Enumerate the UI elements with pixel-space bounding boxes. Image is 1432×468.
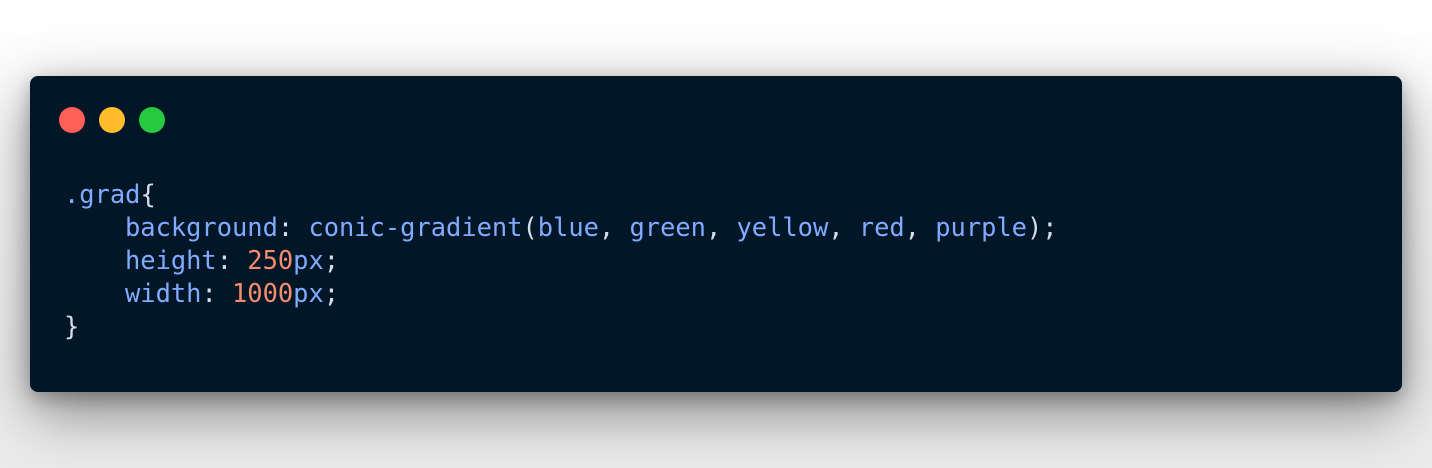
width-unit: px [293, 278, 324, 308]
code-line-background: background: conic-gradient(blue, green, … [125, 212, 1058, 242]
property-background: background [125, 212, 278, 242]
close-dot-icon[interactable] [59, 107, 85, 133]
code-block: .grad{background: conic-gradient(blue, g… [64, 178, 1058, 343]
width-number: 1000 [232, 278, 294, 308]
open-brace: { [140, 179, 156, 209]
code-line-close: } [64, 310, 1058, 343]
arg-red: red [858, 212, 905, 242]
minimize-dot-icon[interactable] [99, 107, 125, 133]
arg-purple: purple [935, 212, 1027, 242]
height-number: 250 [247, 245, 294, 275]
height-unit: px [293, 245, 324, 275]
property-width: width [125, 278, 202, 308]
arg-green: green [629, 212, 706, 242]
property-height: height [125, 245, 217, 275]
code-line-width: width: 1000px; [125, 278, 340, 308]
window-controls [59, 107, 165, 133]
code-snippet-window: .grad{background: conic-gradient(blue, g… [30, 76, 1402, 392]
code-line-height: height: 250px; [125, 245, 340, 275]
code-line-selector: .grad{ [64, 178, 1058, 211]
function-conic-gradient: conic-gradient [308, 212, 523, 242]
close-brace: } [64, 311, 80, 341]
arg-yellow: yellow [736, 212, 829, 242]
css-selector: .grad [64, 179, 141, 209]
arg-blue: blue [537, 212, 599, 242]
maximize-dot-icon[interactable] [139, 107, 165, 133]
